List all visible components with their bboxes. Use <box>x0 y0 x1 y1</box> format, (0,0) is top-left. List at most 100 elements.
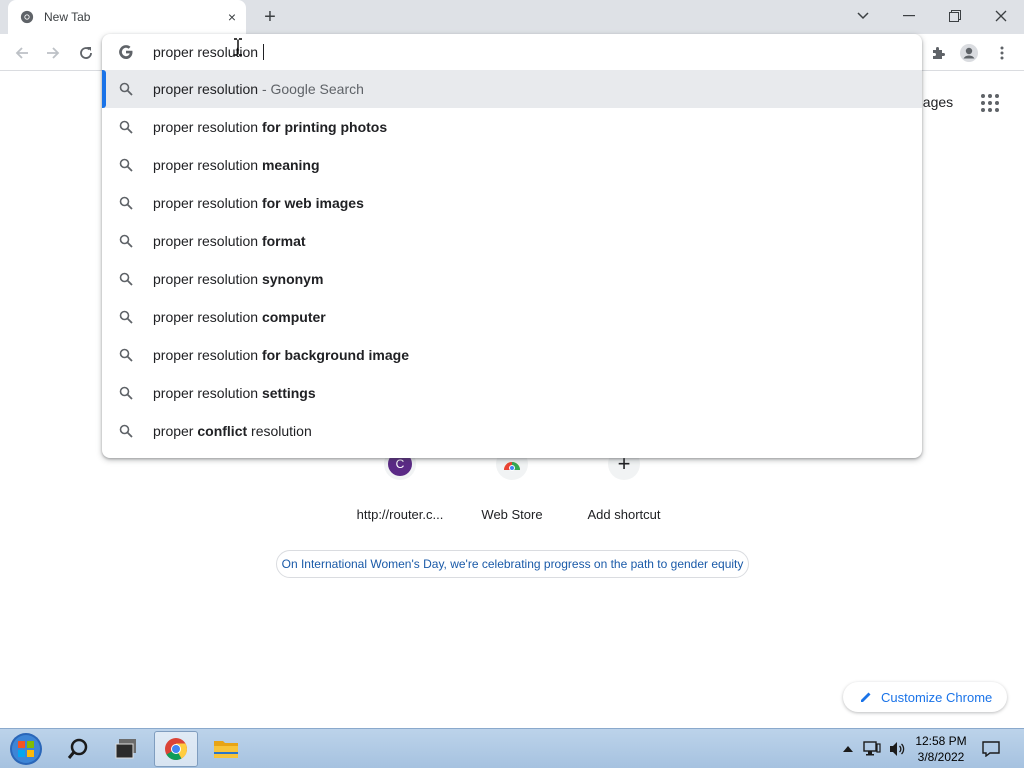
search-icon <box>119 424 133 438</box>
suggestion-item[interactable]: proper resolution format <box>102 222 922 260</box>
omnibox-input-text: proper resolution <box>153 44 262 60</box>
taskbar-chrome-button[interactable] <box>154 731 198 767</box>
suggestion-query: proper resolution <box>153 309 262 325</box>
suggestion-completion: conflict <box>197 423 248 439</box>
start-button[interactable] <box>4 731 48 767</box>
chrome-favicon-icon <box>20 10 34 24</box>
ibeam-cursor-icon <box>234 38 242 56</box>
suggestion-text: proper resolution for web images <box>153 195 364 211</box>
shortcut-tile-router[interactable]: C http://router.c... <box>344 448 456 528</box>
suggestion-completion: computer <box>261 309 326 325</box>
suggestion-text: proper resolution computer <box>153 309 326 325</box>
suggestion-item[interactable]: proper resolution settings <box>102 374 922 412</box>
suggestion-item[interactable]: proper resolution for printing photos <box>102 108 922 146</box>
suggestion-completion: meaning <box>261 157 320 173</box>
action-center-button[interactable] <box>976 731 1006 767</box>
reload-icon <box>80 47 92 59</box>
suggestion-query: proper resolution <box>153 271 262 287</box>
taskbar-search-button[interactable] <box>56 731 100 767</box>
suggestion-text: proper resolution - Google Search <box>153 81 364 97</box>
search-icon <box>119 82 133 96</box>
avatar-icon <box>960 44 978 62</box>
shortcut-label: Web Store <box>481 507 543 522</box>
volume-tray-button[interactable] <box>886 731 910 767</box>
task-view-button[interactable] <box>104 731 148 767</box>
clock-date: 3/8/2022 <box>917 750 965 764</box>
windows-taskbar: 12:58 PM 3/8/2022 <box>0 728 1024 768</box>
kebab-menu-icon <box>1000 46 1004 60</box>
google-apps-icon[interactable] <box>980 93 1000 113</box>
suggestion-text: proper resolution for printing photos <box>153 119 387 135</box>
show-hidden-icons-button[interactable] <box>838 731 858 767</box>
puzzle-icon <box>933 47 945 59</box>
windows-orb-icon <box>10 733 42 765</box>
suggestion-tail: resolution <box>247 423 312 439</box>
suggestion-item[interactable]: proper resolution - Google Search <box>102 70 922 108</box>
extensions-button[interactable] <box>925 40 951 66</box>
magnifier-icon <box>67 738 88 759</box>
suggestion-item[interactable]: proper resolution meaning <box>102 146 922 184</box>
chevron-up-icon <box>843 746 853 752</box>
tab-title: New Tab <box>44 10 91 24</box>
add-shortcut-tile[interactable]: + Add shortcut <box>568 448 680 528</box>
suggestion-item[interactable]: proper resolution synonym <box>102 260 922 298</box>
omnibox[interactable]: proper resolution <box>102 34 922 70</box>
search-icon <box>119 310 133 324</box>
suggestion-item[interactable]: proper conflict resolution <box>102 412 922 450</box>
suggestion-query: proper resolution <box>153 195 262 211</box>
suggestion-item[interactable]: proper resolution computer <box>102 298 922 336</box>
chrome-menu-button[interactable] <box>989 40 1015 66</box>
search-icon <box>119 386 133 400</box>
taskbar-file-explorer-button[interactable] <box>204 731 248 767</box>
new-tab-button[interactable]: + <box>260 7 280 27</box>
chrome-icon <box>165 738 187 760</box>
suggestion-text: proper resolution settings <box>153 385 316 401</box>
customize-chrome-button[interactable]: Customize Chrome <box>843 682 1007 712</box>
suggestion-item[interactable]: proper resolution for background image <box>102 336 922 374</box>
restore-button[interactable] <box>932 0 978 32</box>
profile-button[interactable] <box>956 40 982 66</box>
shortcut-label: http://router.c... <box>356 507 444 522</box>
suggestion-item[interactable]: proper resolution for web images <box>102 184 922 222</box>
tab-search-icon[interactable] <box>840 0 886 32</box>
search-icon <box>119 272 133 286</box>
suggestion-query: proper resolution <box>153 81 259 97</box>
suggestion-text: proper resolution for background image <box>153 347 409 363</box>
tab-new-tab[interactable]: New Tab × <box>8 0 246 34</box>
tab-strip: New Tab × + <box>0 0 1024 34</box>
tab-close-icon[interactable]: × <box>224 9 240 25</box>
omnibox-input[interactable]: proper resolution <box>153 44 264 60</box>
suggestion-completion: settings <box>261 385 316 401</box>
suggestion-completion: for background image <box>261 347 409 363</box>
doodle-share-chip[interactable]: On International Women's Day, we're cele… <box>276 550 749 578</box>
network-tray-button[interactable] <box>860 731 884 767</box>
suggestion-query: proper resolution <box>153 347 262 363</box>
text-caret <box>262 44 264 60</box>
network-icon <box>863 741 881 756</box>
search-icon <box>119 120 133 134</box>
close-window-button[interactable] <box>978 0 1024 32</box>
task-view-icon <box>115 739 136 759</box>
suggestion-description: - Google Search <box>258 81 364 97</box>
minimize-button[interactable] <box>886 0 932 32</box>
search-icon <box>119 234 133 248</box>
shortcut-tile-web-store[interactable]: Web Store <box>456 448 568 528</box>
back-button[interactable] <box>9 40 35 66</box>
customize-chrome-label: Customize Chrome <box>881 689 993 705</box>
suggestion-completion: synonym <box>261 271 324 287</box>
suggestion-query: proper resolution <box>153 157 262 173</box>
suggestion-completion: format <box>261 233 306 249</box>
suggestion-query: proper resolution <box>153 119 262 135</box>
arrow-left-icon <box>15 47 28 59</box>
arrow-right-icon <box>47 47 60 59</box>
suggestion-text: proper resolution synonym <box>153 271 323 287</box>
shortcut-label: Add shortcut <box>587 507 661 522</box>
forward-button[interactable] <box>40 40 66 66</box>
suggestion-completion: for printing photos <box>261 119 388 135</box>
notification-icon <box>982 741 1000 757</box>
suggestion-query: proper resolution <box>153 385 262 401</box>
search-icon <box>119 348 133 362</box>
taskbar-clock[interactable]: 12:58 PM 3/8/2022 <box>912 733 970 765</box>
pencil-icon <box>861 692 871 702</box>
reload-button[interactable] <box>73 40 99 66</box>
